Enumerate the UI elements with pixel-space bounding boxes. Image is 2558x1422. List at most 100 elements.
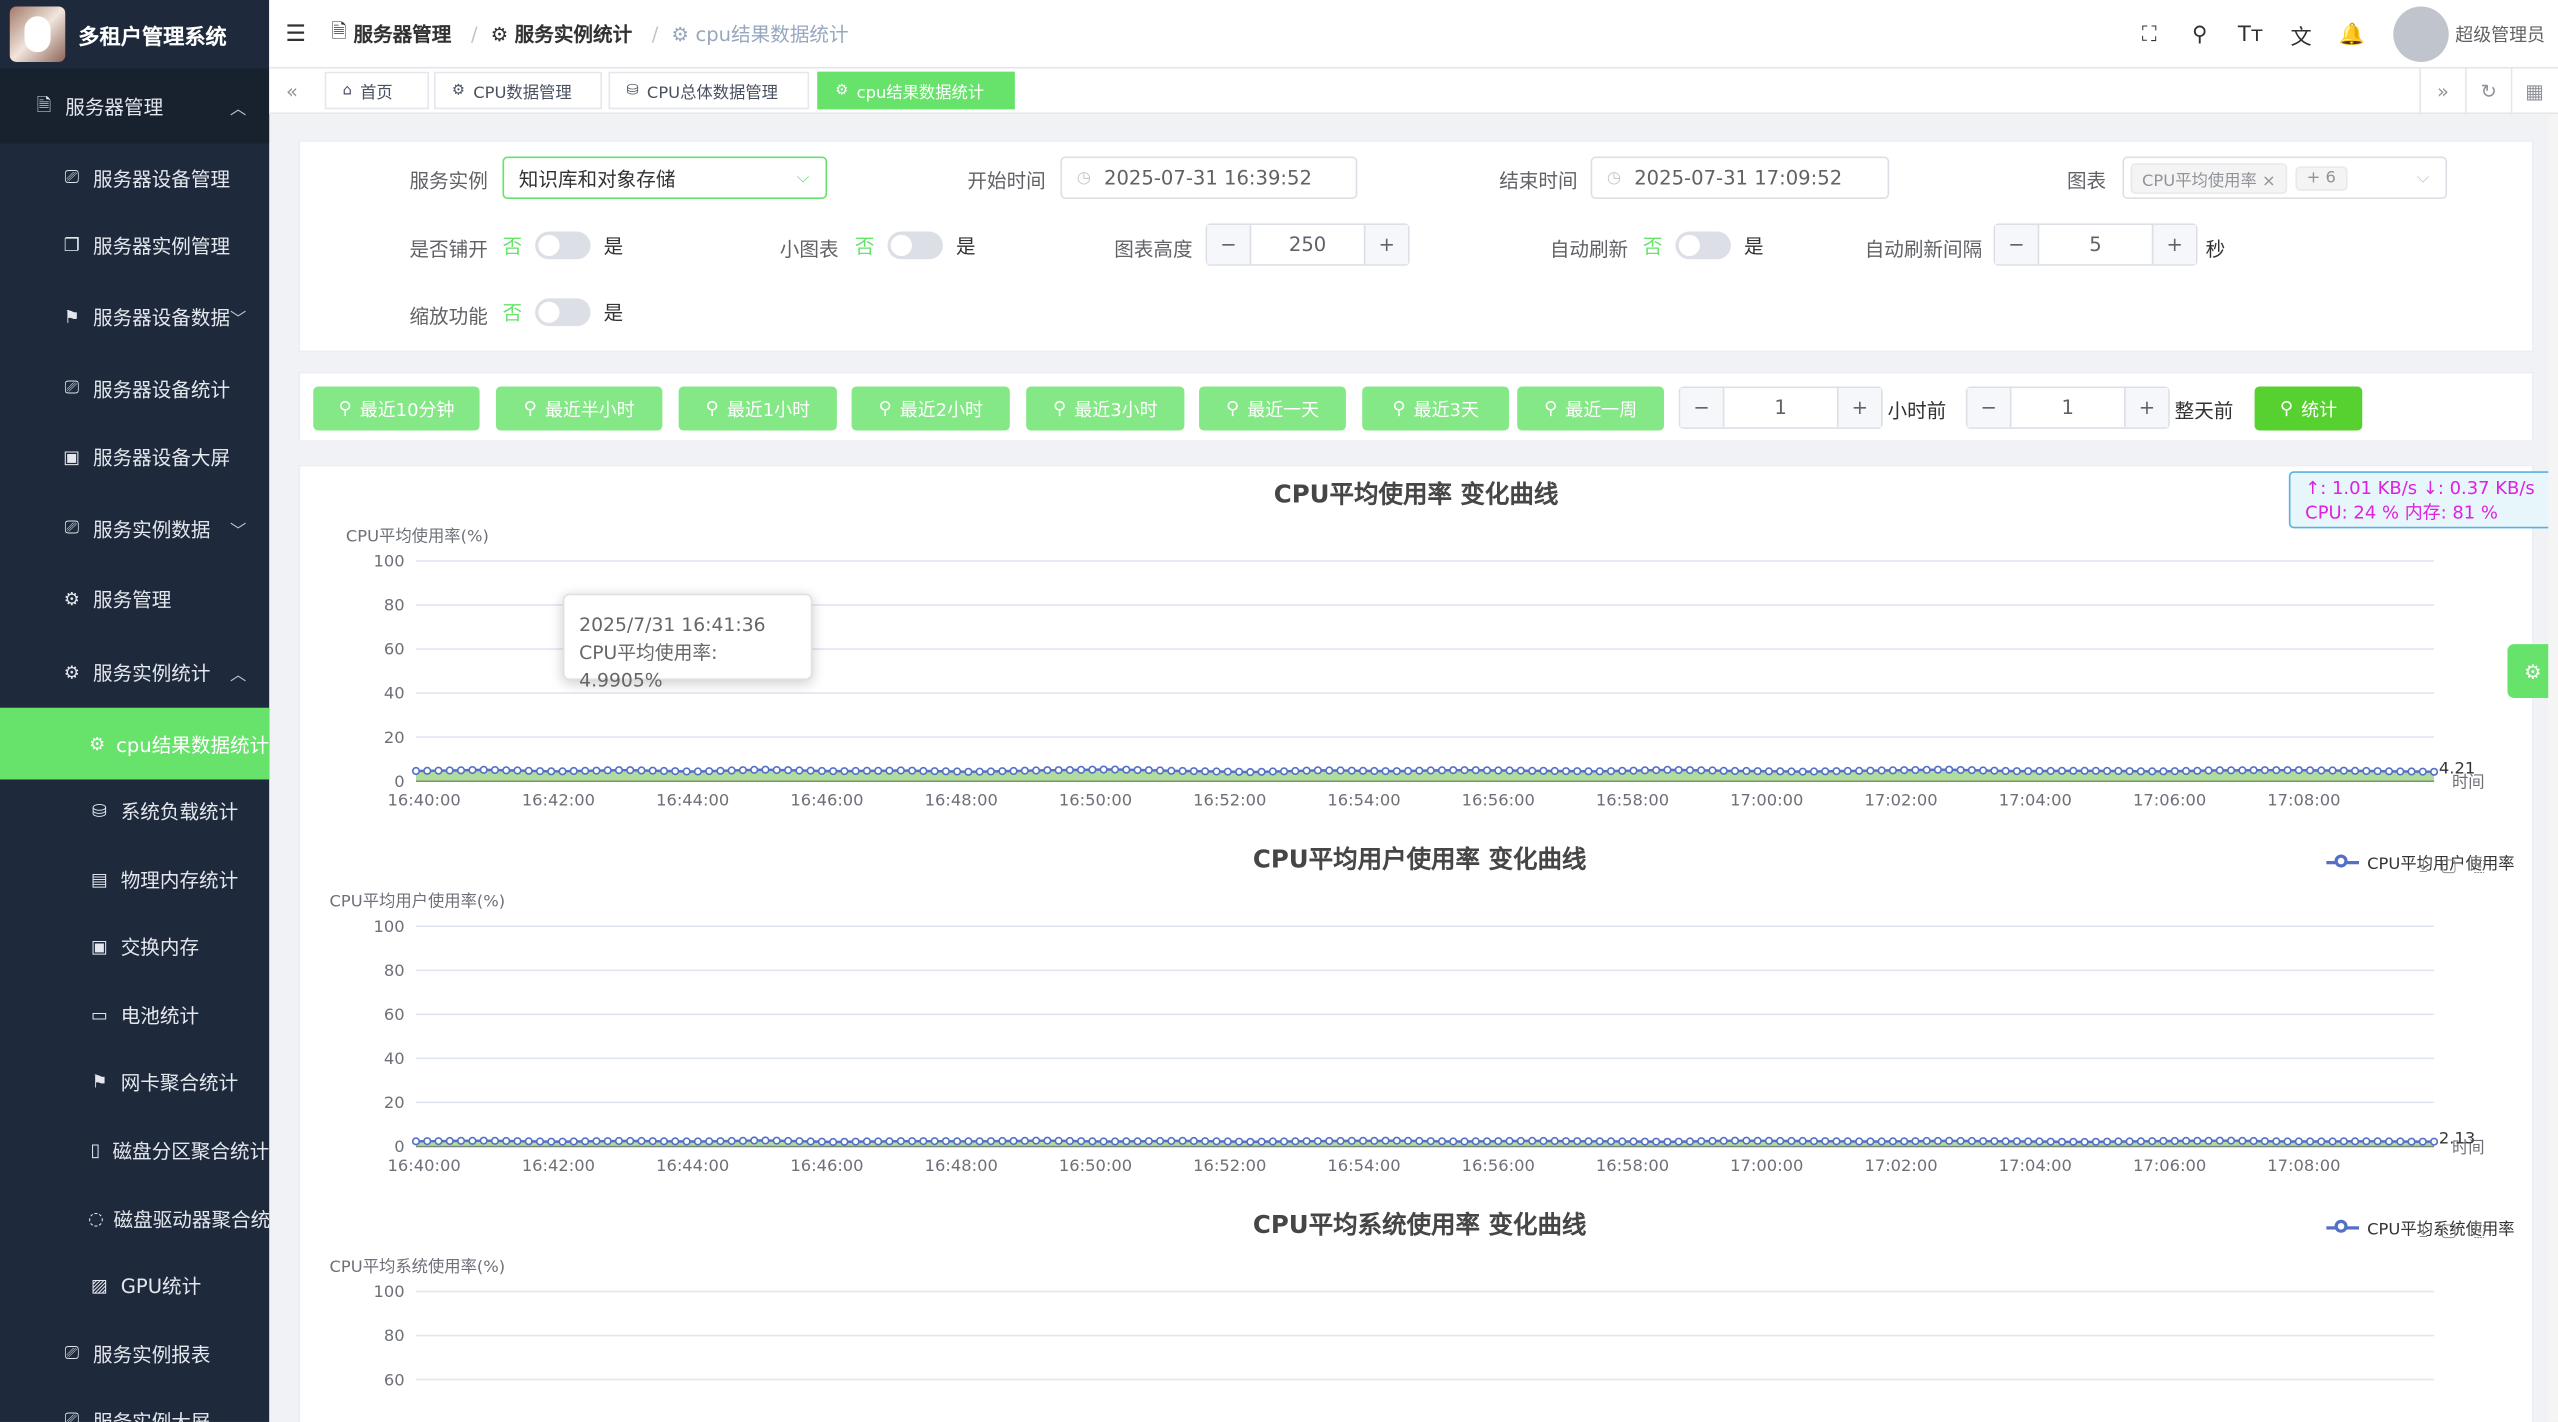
quick-range-button[interactable]: ⚲ 最近半小时 xyxy=(495,386,663,431)
sidebar-item-label: 服务实例大屏 xyxy=(92,1409,211,1422)
chart-height-value[interactable]: 250 xyxy=(1251,225,1364,264)
tags-scroll-left-icon[interactable]: « xyxy=(269,68,315,114)
sidebar-item-7[interactable]: ⚙ 服务实例统计 ︿ xyxy=(0,636,269,708)
stat-button[interactable]: ⚲ 统计 xyxy=(2254,386,2363,431)
memory-icon: ▤ xyxy=(91,868,109,890)
switch-off-label: 否 xyxy=(854,234,875,258)
tab-cpu-result[interactable]: ⚙ cpu结果数据统计 xyxy=(817,71,1015,110)
minus-icon[interactable]: − xyxy=(1995,225,2040,265)
translate-icon[interactable]: 文 xyxy=(2276,19,2327,49)
quick-range-button[interactable]: ⚲ 最近3天 xyxy=(1362,386,1510,431)
quick-range-button[interactable]: ⚲ 最近10分钟 xyxy=(313,386,480,431)
search-icon: ⚲ xyxy=(878,397,892,420)
hours-stepper[interactable]: −1 + xyxy=(1678,386,1883,429)
plus-icon[interactable]: + xyxy=(1836,388,1882,428)
tags-scroll-right-icon[interactable]: » xyxy=(2419,68,2465,115)
days-value[interactable]: 1 xyxy=(2012,388,2125,427)
refresh-interval-value[interactable]: 5 xyxy=(2039,225,2152,264)
y-axis-name: CPU平均使用率(%) xyxy=(345,528,489,547)
switch-off-label: 否 xyxy=(1642,234,1663,258)
switch-track[interactable] xyxy=(535,298,591,327)
sidebar-item-3[interactable]: ⎚ 服务器设备统计 xyxy=(0,354,269,422)
sidebar-item-label: 服务实例数据 xyxy=(92,517,211,541)
sidebar-item-label: 磁盘分区聚合统计 xyxy=(112,1139,270,1162)
refresh-icon[interactable]: ↻ xyxy=(2465,68,2511,115)
minus-icon[interactable]: − xyxy=(1680,388,1725,428)
sidebar-item-1[interactable]: ❐ 服务器实例管理 xyxy=(0,210,269,278)
sidebar-item-2[interactable]: ⚑ 服务器设备数据 ﹀ xyxy=(0,280,269,352)
small-chart-switch[interactable]: 否是 xyxy=(854,231,976,260)
zoom-switch[interactable]: 否是 xyxy=(502,298,623,327)
chart-toolbox-icons[interactable]: ⤓▢⎘ xyxy=(2419,854,2497,877)
quick-range-button[interactable]: ⚲ 最近一周 xyxy=(1517,386,1665,431)
font-size-icon[interactable]: Tт xyxy=(2225,22,2276,46)
sidebar-item-10[interactable]: ▤ 物理内存统计 xyxy=(0,845,269,913)
tile-switch[interactable]: 否是 xyxy=(502,231,623,260)
sidebar-item-16[interactable]: ▨ GPU统计 xyxy=(0,1251,269,1319)
grid-icon[interactable]: ▦ xyxy=(2510,68,2557,115)
breadcrumb-item[interactable]: 服务实例统计 xyxy=(515,20,632,48)
sidebar-item-server-management[interactable]: 🗎 服务器管理 ︿ xyxy=(0,68,270,144)
plus-icon[interactable]: + xyxy=(2151,225,2196,265)
hamburger-icon[interactable]: ☰ xyxy=(285,20,314,46)
legend-marker xyxy=(2326,853,2360,867)
app-logo: 多租户管理系统 xyxy=(0,0,270,69)
sidebar-item-17[interactable]: ⎚ 服务实例报表 xyxy=(0,1319,269,1387)
plus-icon[interactable]: + xyxy=(2124,388,2169,428)
sidebar-item-13[interactable]: ⚑ 网卡聚合统计 xyxy=(0,1047,269,1115)
switch-track[interactable] xyxy=(1675,231,1731,260)
chart-multi-select[interactable]: CPU平均使用率 × + 6 ⌵ xyxy=(2122,156,2448,199)
days-stepper[interactable]: −1 + xyxy=(1965,386,2170,429)
tags-view: « ⌂ 首页 ⚙ CPU数据管理 ⛁ CPU总体数据管理 ⚙ cpu结果数据统计 » ↻… xyxy=(269,68,2558,115)
quick-range-button[interactable]: ⚲ 最近3小时 xyxy=(1026,386,1185,431)
quick-range-button[interactable]: ⚲ 最近2小时 xyxy=(851,386,1010,431)
monitor-icon: ⎚ xyxy=(64,1408,79,1422)
chart-title: CPU平均系统使用率 变化曲线 xyxy=(1252,1209,1587,1240)
sidebar-item-label: 服务器设备数据 xyxy=(92,305,231,329)
page-scrollbar[interactable] xyxy=(2548,114,2558,1422)
sidebar-item-label: 系统负载统计 xyxy=(120,799,239,823)
breadcrumb-separator: / xyxy=(470,22,478,45)
avatar[interactable] xyxy=(2393,6,2449,62)
sidebar-item-0[interactable]: ⎚ 服务器设备管理 xyxy=(0,144,269,212)
minus-icon[interactable]: − xyxy=(1967,388,2012,428)
sidebar-item-18[interactable]: ⎚ 服务实例大屏 xyxy=(0,1386,269,1422)
sidebar-item-12[interactable]: ▭ 电池统计 xyxy=(0,980,269,1048)
refresh-interval-stepper[interactable]: −5 + xyxy=(1993,223,2198,266)
sidebar-item-15[interactable]: ◌ 磁盘驱动器聚合统计 xyxy=(0,1184,269,1252)
minus-icon[interactable]: − xyxy=(1207,225,1252,265)
quick-range-button[interactable]: ⚲ 最近一天 xyxy=(1199,386,1346,431)
user-name[interactable]: 超级管理员 xyxy=(2455,21,2545,47)
tab-cpu-data[interactable]: ⚙ CPU数据管理 xyxy=(433,71,602,110)
bell-icon[interactable]: 🔔 xyxy=(2326,22,2377,46)
search-icon[interactable]: ⚲ xyxy=(2175,22,2226,46)
switch-track[interactable] xyxy=(535,231,591,260)
start-time-picker[interactable]: ◷ 2025-07-31 16:39:52 xyxy=(1060,156,1358,199)
tab-home[interactable]: ⌂ 首页 xyxy=(324,71,430,110)
chevron-down-icon: ⌵ xyxy=(2416,168,2430,187)
sidebar-item-6[interactable]: ⚙ 服务管理 xyxy=(0,564,269,632)
fullscreen-icon[interactable]: ⛶ xyxy=(2124,22,2175,46)
tab-cpu-total[interactable]: ⛁ CPU总体数据管理 xyxy=(608,71,810,110)
plus-icon[interactable]: + xyxy=(1363,225,1408,265)
sidebar-item-8[interactable]: ⚙ cpu结果数据统计 xyxy=(0,707,270,780)
chart-toolbox-icons[interactable]: ⤓▢⎘ xyxy=(2419,1220,2497,1243)
quick-range-label: 最近1小时 xyxy=(726,398,811,420)
tooltip-time: 2025/7/31 16:41:36 xyxy=(579,613,766,636)
chart-height-stepper[interactable]: −250 + xyxy=(1205,223,1410,266)
hours-value[interactable]: 1 xyxy=(1724,388,1837,427)
quick-range-label: 最近2小时 xyxy=(899,398,983,420)
end-time-picker[interactable]: ◷ 2025-07-31 17:09:52 xyxy=(1590,156,1890,199)
switch-track[interactable] xyxy=(887,231,943,260)
sidebar-item-9[interactable]: ⛁ 系统负载统计 xyxy=(0,776,269,844)
chart-tag-label: CPU平均使用率 xyxy=(2142,172,2257,190)
breadcrumb-item[interactable]: 服务器管理 xyxy=(353,20,451,48)
auto-refresh-switch[interactable]: 否是 xyxy=(1642,231,1764,260)
sidebar-item-14[interactable]: ▯ 磁盘分区聚合统计 xyxy=(0,1115,269,1183)
close-icon[interactable]: × xyxy=(2262,172,2276,190)
instance-select[interactable]: 知识库和对象存储 ⌵ xyxy=(502,156,828,199)
quick-range-button[interactable]: ⚲ 最近1小时 xyxy=(678,386,837,431)
sidebar-item-5[interactable]: ⎚ 服务实例数据 ﹀ xyxy=(0,492,269,564)
sidebar-item-11[interactable]: ▣ 交换内存 xyxy=(0,912,269,980)
sidebar-item-4[interactable]: ▣ 服务器设备大屏 xyxy=(0,422,269,490)
